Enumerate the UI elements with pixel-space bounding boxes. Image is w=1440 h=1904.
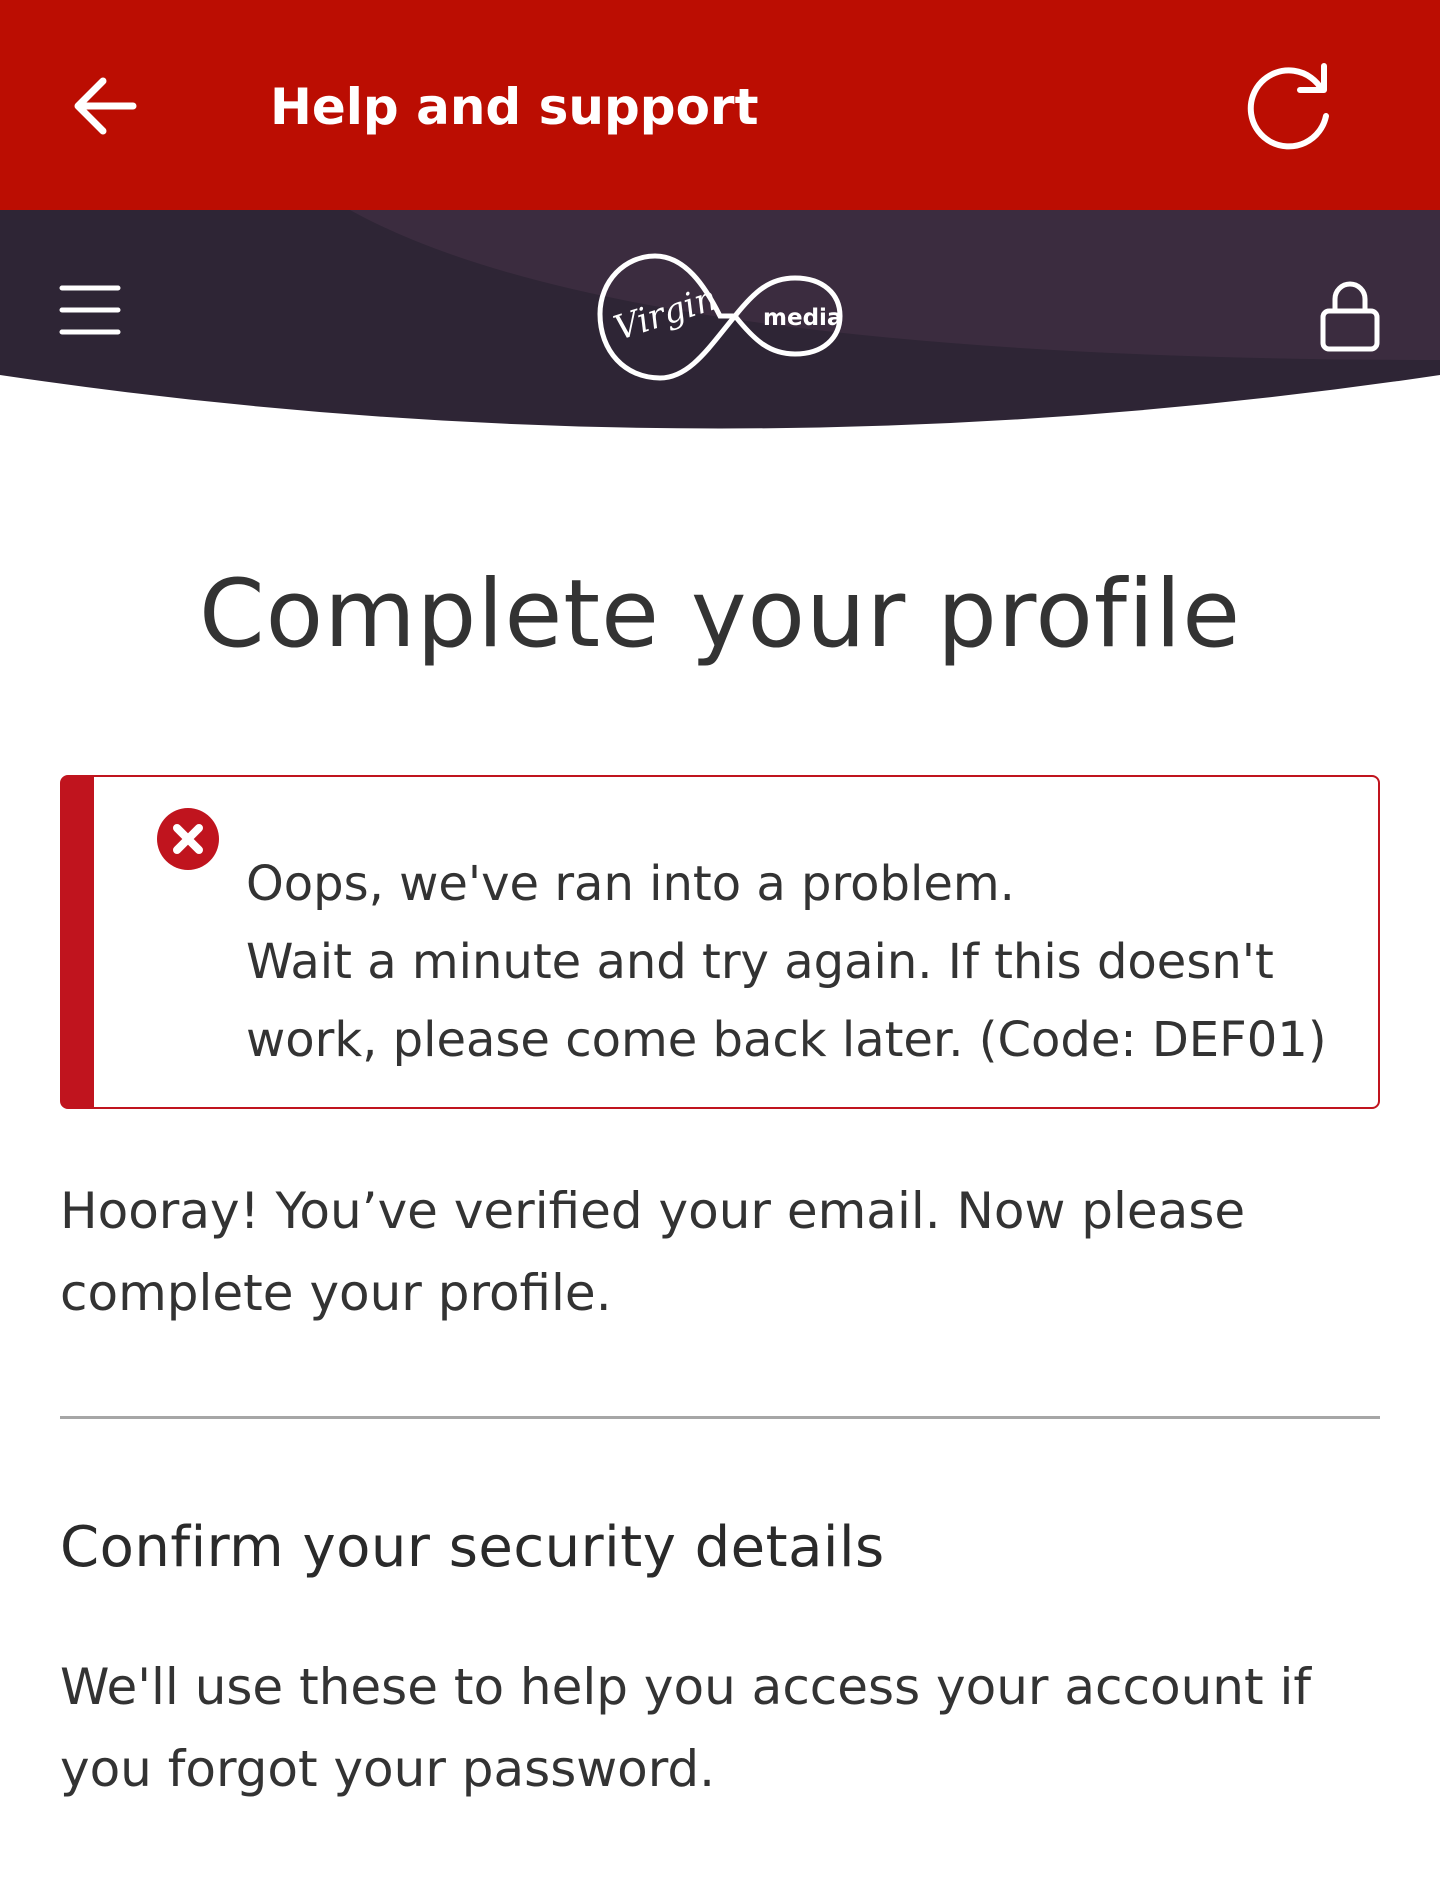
refresh-icon bbox=[1247, 63, 1329, 150]
error-message-line: Wait a minute and try again. If this doe… bbox=[246, 934, 1274, 990]
brand-bar: Virgin media bbox=[0, 210, 1440, 436]
section-heading: Confirm your security details bbox=[60, 1515, 885, 1580]
svg-text:media: media bbox=[763, 305, 842, 331]
arrow-left-icon bbox=[74, 77, 137, 135]
menu-button[interactable] bbox=[50, 270, 130, 350]
error-alert: Oops, we've ran into a problem. Wait a m… bbox=[60, 775, 1380, 1109]
page-title: Complete your profile bbox=[198, 560, 1242, 669]
verification-message: Hooray! You’ve verified your email. Now … bbox=[60, 1182, 1246, 1322]
svg-text:Virgin: Virgin bbox=[609, 278, 722, 349]
lock-button[interactable] bbox=[1310, 270, 1390, 360]
hamburger-menu-icon bbox=[59, 285, 121, 335]
error-message-line: work, please come back later. (Code: DEF… bbox=[246, 1012, 1327, 1068]
header-title: Help and support bbox=[270, 78, 759, 136]
back-button[interactable] bbox=[62, 64, 146, 148]
virgin-media-logo: Virgin media bbox=[585, 236, 855, 396]
section-description: We'll use these to help you access your … bbox=[60, 1658, 1311, 1798]
app-header: Help and support bbox=[0, 0, 1440, 210]
error-message-line: Oops, we've ran into a problem. bbox=[246, 856, 1015, 912]
refresh-button[interactable] bbox=[1238, 56, 1342, 160]
error-x-icon bbox=[157, 808, 219, 870]
error-message: Oops, we've ran into a problem. Wait a m… bbox=[246, 845, 1356, 1079]
lock-icon bbox=[1320, 281, 1380, 352]
section-divider bbox=[60, 1416, 1380, 1419]
